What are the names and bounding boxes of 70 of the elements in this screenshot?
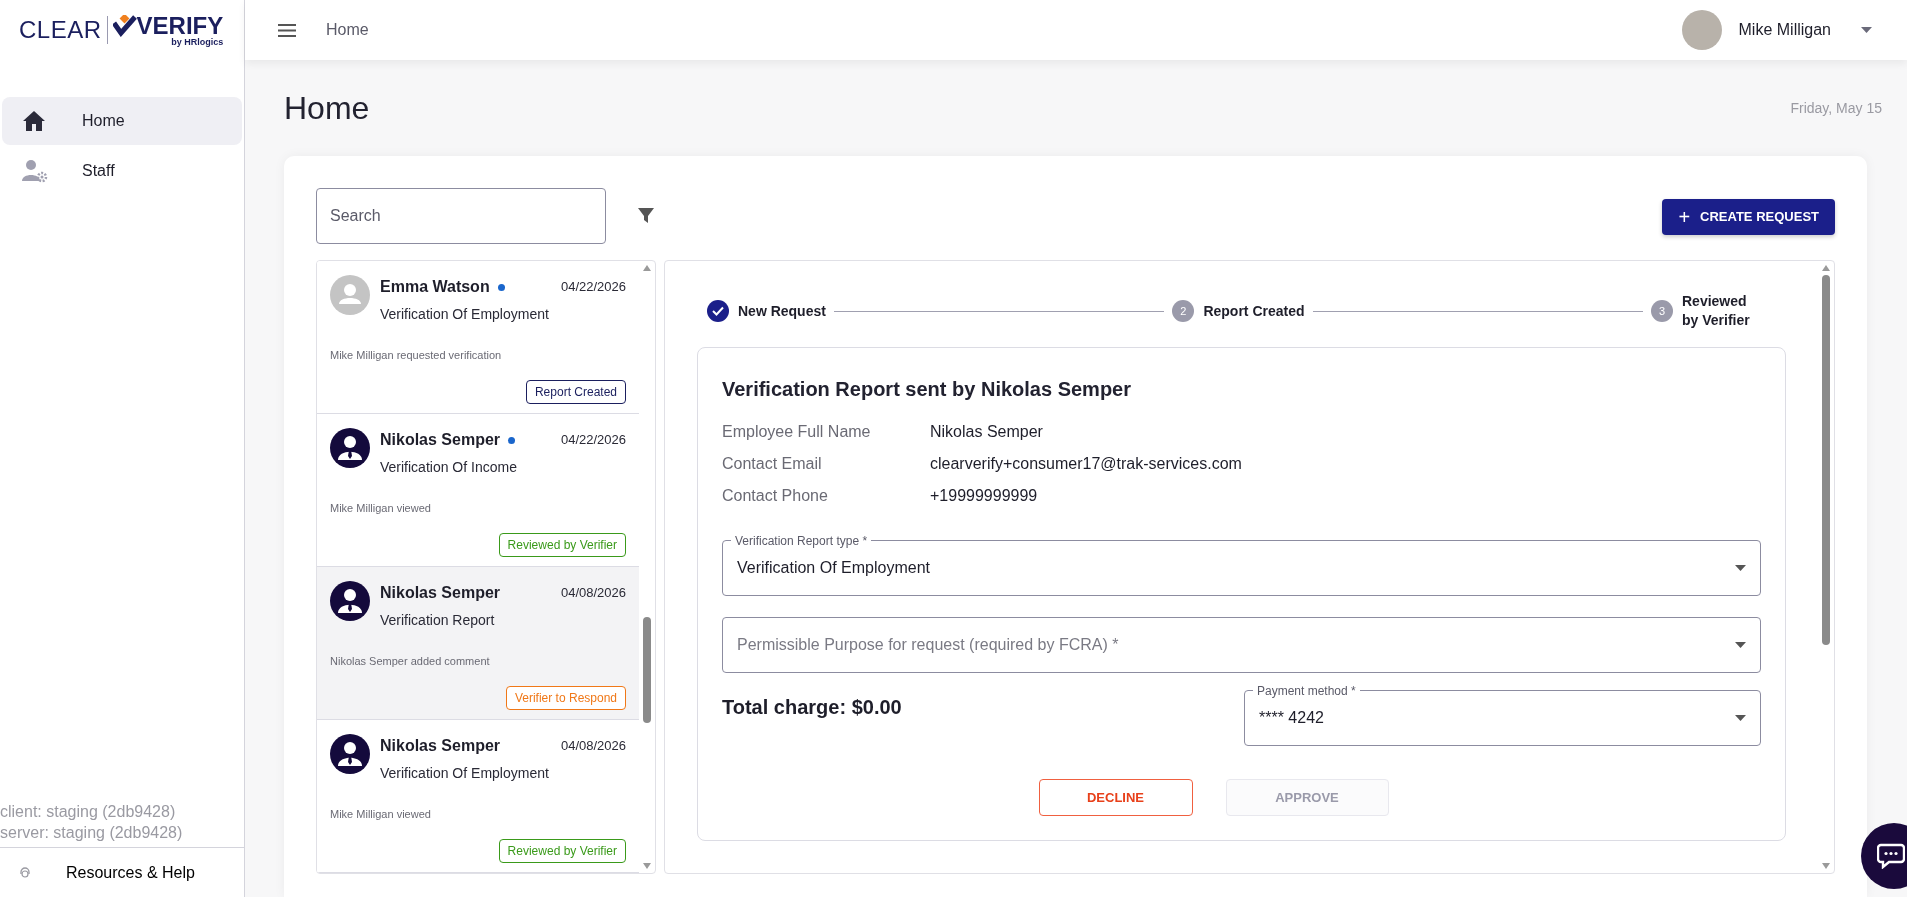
help-link[interactable]: Resources & Help bbox=[19, 860, 195, 885]
request-type: Verification Report bbox=[380, 611, 496, 630]
request-item[interactable]: Emma Watson 04/22/2026 Verification Of Employment Mike Milligan requested verification Report Created bbox=[317, 261, 639, 414]
dropdown-caret-icon bbox=[1735, 565, 1746, 571]
decline-button[interactable]: DECLINE bbox=[1038, 779, 1193, 816]
request-type: Verification Of Income bbox=[380, 458, 518, 477]
scroll-up-icon[interactable] bbox=[1822, 265, 1830, 271]
filter-icon[interactable] bbox=[638, 208, 654, 224]
request-date: 04/08/2026 bbox=[560, 737, 626, 756]
requester-name: Nikolas Semper bbox=[380, 583, 501, 603]
user-gear-icon bbox=[22, 159, 48, 183]
create-request-button[interactable]: + CREATE REQUEST bbox=[1662, 198, 1835, 235]
status-badge: Report Created bbox=[525, 379, 626, 404]
step: 3 Reviewed by Verifier bbox=[1651, 292, 1766, 330]
step: 2 Report Created bbox=[1172, 300, 1305, 322]
activity-text: Mike Milligan viewed bbox=[330, 807, 432, 822]
menu-icon[interactable] bbox=[278, 23, 296, 37]
request-date: 04/22/2026 bbox=[560, 431, 626, 450]
detail-value: +19999999999 bbox=[930, 486, 1038, 506]
step-label: New Request bbox=[738, 301, 826, 321]
user-placeholder-icon bbox=[330, 275, 370, 315]
check-icon bbox=[712, 306, 724, 316]
home-icon bbox=[22, 110, 46, 132]
version-text: client: staging (2db9428) bbox=[0, 802, 177, 822]
step-label: Reviewed by Verifier bbox=[1682, 292, 1751, 330]
scroll-down-icon[interactable] bbox=[1822, 863, 1830, 869]
select-field[interactable]: Permissible Purpose for request (required by FCRA) * bbox=[722, 617, 1761, 673]
requester-name: Nikolas Semper bbox=[380, 430, 501, 450]
user-menu[interactable]: Mike Milligan bbox=[1681, 10, 1872, 50]
request-type: Verification Of Employment bbox=[380, 305, 550, 324]
dropdown-caret-icon bbox=[1735, 715, 1746, 721]
requester-name: Nikolas Semper bbox=[380, 736, 501, 756]
status-badge: Reviewed by Verifier bbox=[498, 838, 626, 863]
search-field[interactable]: Search bbox=[316, 188, 606, 244]
person-icon bbox=[330, 581, 370, 621]
scroll-up-icon[interactable] bbox=[643, 265, 651, 271]
chat-icon bbox=[1877, 843, 1905, 869]
headset-icon bbox=[19, 866, 31, 879]
scrollbar-thumb[interactable] bbox=[643, 617, 651, 723]
detail-label: Contact Email bbox=[722, 454, 823, 474]
version-text: server: staging (2db9428) bbox=[0, 823, 184, 843]
report-title: Verification Report sent by Nikolas Semper bbox=[722, 377, 1132, 402]
detail-value: clearverify+consumer17@trak-services.com bbox=[930, 454, 1242, 474]
person-icon bbox=[330, 734, 370, 774]
avatar-photo-placeholder bbox=[1681, 10, 1722, 50]
breadcrumb: Home bbox=[326, 20, 369, 40]
person-icon bbox=[330, 428, 370, 468]
status-badge: Verifier to Respond bbox=[505, 685, 626, 710]
total-charge: Total charge: $0.00 bbox=[722, 695, 903, 720]
request-date: 04/22/2026 bbox=[560, 278, 626, 297]
requester-name: Emma Watson bbox=[380, 277, 490, 297]
sidebar-item[interactable]: Home bbox=[2, 97, 242, 145]
request-date: 04/08/2026 bbox=[560, 584, 626, 603]
date-text: Friday, May 15 bbox=[1790, 98, 1882, 118]
activity-text: Mike Milligan requested verification bbox=[330, 348, 503, 363]
detail-value: Nikolas Semper bbox=[930, 422, 1043, 442]
request-type: Verification Of Employment bbox=[380, 764, 550, 783]
step-label: Report Created bbox=[1203, 301, 1305, 321]
activity-text: Nikolas Semper added comment bbox=[330, 654, 491, 669]
detail-label: Employee Full Name bbox=[722, 422, 872, 442]
scrollbar-thumb[interactable] bbox=[1822, 275, 1830, 645]
caret-icon bbox=[1861, 27, 1872, 33]
dropdown-caret-icon bbox=[1735, 642, 1746, 648]
page-title: Home bbox=[284, 89, 370, 128]
detail-label: Contact Phone bbox=[722, 486, 829, 506]
activity-text: Mike Milligan viewed bbox=[330, 501, 432, 516]
status-badge: Reviewed by Verifier bbox=[498, 532, 626, 557]
request-item[interactable]: Nikolas Semper 04/08/2026 Verification Report Nikolas Semper added comment Verifier to Respond bbox=[317, 567, 639, 720]
logo: CLEAR VERIFY by HRlogics bbox=[19, 13, 224, 47]
scroll-down-icon[interactable] bbox=[643, 863, 651, 869]
